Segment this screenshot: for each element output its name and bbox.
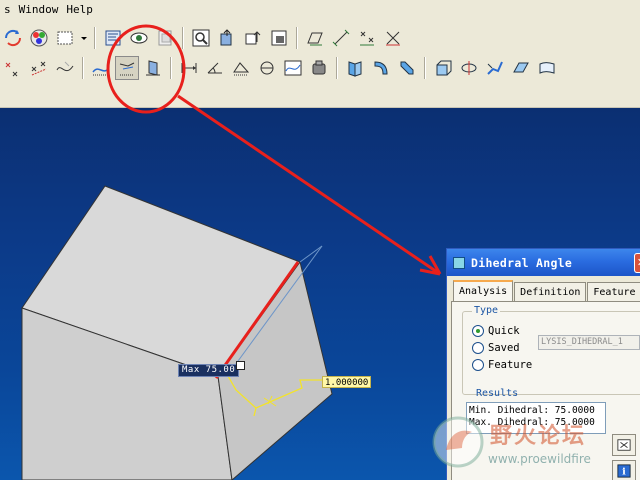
selection-box-icon[interactable] (53, 26, 77, 50)
toolbar-separator (424, 57, 426, 79)
saved-name-field[interactable]: LYSIS_DIHEDRAL_1 (538, 335, 640, 350)
watermark-title: 野火论坛 (490, 424, 587, 449)
axis-display-icon[interactable] (329, 26, 353, 50)
surface-icon[interactable] (535, 56, 559, 80)
measure-distance-icon[interactable] (177, 56, 201, 80)
radio-button[interactable] (472, 342, 484, 354)
watermark-url: www.proewildfire (488, 452, 591, 466)
point-display-icon[interactable] (355, 26, 379, 50)
sweep-icon[interactable] (483, 56, 507, 80)
type-label: Type (472, 305, 501, 316)
radio-label-saved: Saved (488, 342, 520, 354)
watermark: 野火论坛 www.proewildfire (430, 408, 640, 480)
draft-icon[interactable] (343, 56, 367, 80)
drag-handle[interactable] (236, 361, 245, 370)
revolve-icon[interactable] (457, 56, 481, 80)
toolbar-analysis (0, 52, 640, 84)
toolbar-separator (182, 27, 184, 49)
results-label: Results (476, 388, 519, 399)
measure-angle-icon[interactable] (203, 56, 227, 80)
regenerate-icon[interactable] (1, 26, 25, 50)
mass-properties-icon[interactable] (307, 56, 331, 80)
dialog-titlebar[interactable]: Dihedral Angle ✕ (447, 249, 640, 276)
view-icon[interactable] (127, 26, 151, 50)
chamfer-icon[interactable] (395, 56, 419, 80)
tab-feature[interactable]: Feature (587, 282, 640, 302)
toolbar-separator (170, 57, 172, 79)
close-icon[interactable]: ✕ (634, 253, 640, 273)
menu-bar: s Window Help (0, 0, 640, 20)
toolbar-separator (94, 27, 96, 49)
plane-display-icon[interactable] (303, 26, 327, 50)
max-angle-label: Max 75.00 (178, 364, 240, 377)
radio-label-feature: Feature (488, 359, 533, 371)
measure-surface-icon[interactable] (141, 56, 165, 80)
model-tree-icon[interactable] (101, 26, 125, 50)
layers-icon[interactable] (153, 26, 177, 50)
csys-display-icon[interactable] (381, 26, 405, 50)
measure-area-icon[interactable] (229, 56, 253, 80)
watermark-logo (432, 416, 484, 468)
dialog-app-icon (453, 256, 465, 269)
dialog-tabs: Analysis Definition Feature (453, 280, 640, 302)
toolbar-separator (336, 57, 338, 79)
toolbar-separator (296, 27, 298, 49)
radio-label-quick: Quick (488, 325, 520, 337)
measure-diameter-icon[interactable] (255, 56, 279, 80)
datum-point-icon[interactable] (1, 56, 25, 80)
radio-button[interactable] (472, 359, 484, 371)
appearance-icon[interactable] (27, 26, 51, 50)
dropdown-arrow-icon[interactable] (79, 26, 89, 50)
radio-button-checked[interactable] (472, 325, 484, 337)
menu-item-help[interactable]: Help (62, 0, 97, 20)
dihedral-angle-icon[interactable] (115, 56, 139, 80)
radio-feature[interactable]: Feature (472, 358, 532, 372)
curvature-icon[interactable] (89, 56, 113, 80)
blend-icon[interactable] (509, 56, 533, 80)
dialog-title: Dihedral Angle (471, 255, 573, 270)
tab-definition[interactable]: Definition (514, 282, 587, 302)
radio-saved[interactable]: Saved (472, 341, 520, 355)
toolbar-separator (82, 57, 84, 79)
toolbar-main (0, 22, 640, 54)
annotation-icon[interactable] (241, 26, 265, 50)
menu-item-window[interactable]: Window (15, 0, 63, 20)
measure-curve-icon[interactable] (281, 56, 305, 80)
zoom-icon[interactable] (189, 26, 213, 50)
curve-analysis-icon[interactable] (53, 56, 77, 80)
menu-item-cut[interactable]: s (0, 0, 15, 20)
dimension-value[interactable]: 1.000000 (322, 376, 372, 388)
round-icon[interactable] (369, 56, 393, 80)
normal-vector (299, 245, 323, 263)
extrude-icon[interactable] (431, 56, 455, 80)
radio-quick[interactable]: Quick (472, 324, 520, 338)
tab-analysis[interactable]: Analysis (453, 280, 514, 302)
snapshot-icon[interactable] (267, 26, 291, 50)
export-icon[interactable] (215, 26, 239, 50)
datum-sketch-icon[interactable] (27, 56, 51, 80)
